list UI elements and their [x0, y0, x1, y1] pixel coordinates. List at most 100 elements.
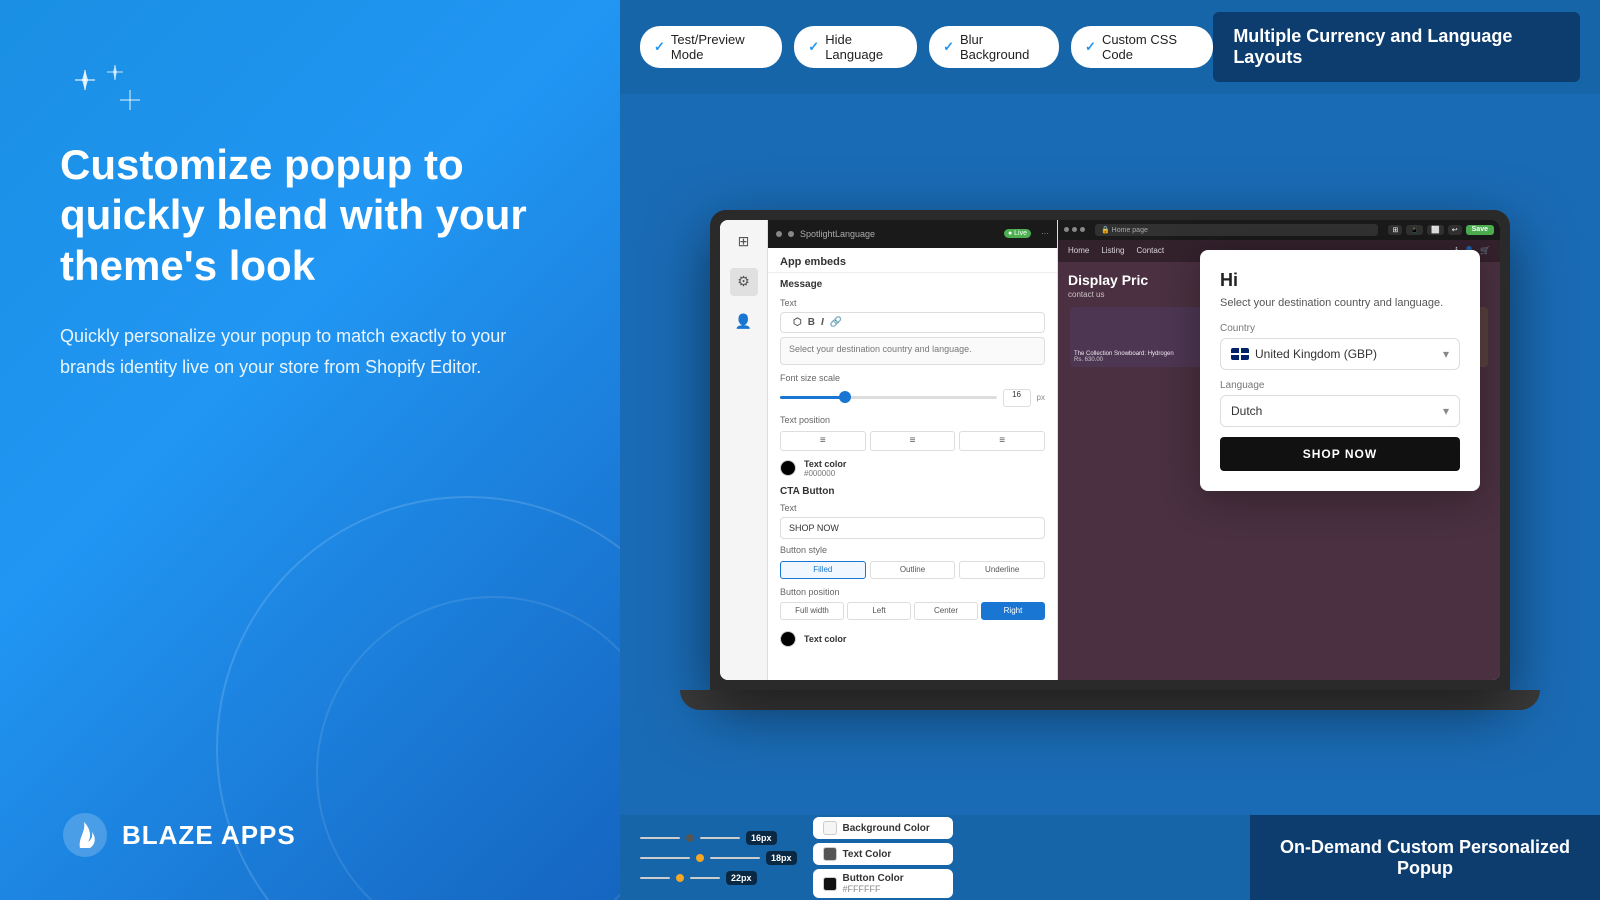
text-color-ctrl-swatch — [823, 847, 837, 861]
preview-dots — [1064, 227, 1085, 232]
shop-now-button[interactable]: SHOP NOW — [1220, 437, 1460, 471]
editor-sidebar: ⊞ ⚙ 👤 — [720, 220, 768, 680]
popup-desc: Select your destination country and lang… — [1220, 297, 1460, 309]
badge-test-preview-label: Test/Preview Mode — [671, 32, 768, 62]
laptop-screen: ⊞ ⚙ 👤 SpotlightLanguage ● Live ··· — [720, 220, 1500, 680]
pos-left-btn[interactable]: Left — [847, 602, 911, 620]
laptop-wrapper: ⊞ ⚙ 👤 SpotlightLanguage ● Live ··· — [680, 210, 1540, 710]
uk-flag-icon — [1231, 348, 1249, 360]
badge-hide-language[interactable]: ✓ Hide Language — [794, 26, 917, 68]
check-icon-2: ✓ — [808, 39, 819, 55]
badge-test-preview[interactable]: ✓ Test/Preview Mode — [640, 26, 782, 68]
country-select[interactable]: United Kingdom (GBP) ▾ — [1220, 338, 1460, 370]
popup-hi: Hi — [1220, 270, 1460, 291]
text-color-swatch[interactable] — [780, 460, 796, 476]
pos-center-btn[interactable]: Center — [914, 602, 978, 620]
font-scale-row: 16 px — [768, 385, 1057, 411]
font-size-label: Font size scale — [768, 369, 1057, 385]
toolbar-italic[interactable]: I — [821, 317, 824, 328]
nav-home[interactable]: Home — [1068, 246, 1089, 255]
button-color-control[interactable]: Button Color #FFFFFF — [813, 869, 953, 898]
url-bar[interactable]: 🔒 Home page — [1095, 224, 1378, 236]
bottom-bar: 16px 18px 22px Ba — [620, 815, 1600, 900]
nav-contact[interactable]: Contact — [1136, 246, 1164, 255]
font-size-slider[interactable] — [780, 396, 997, 399]
language-label: Language — [1220, 380, 1460, 391]
cta-text-label: Text — [768, 499, 1057, 515]
font-size-input[interactable]: 16 — [1003, 389, 1031, 407]
check-icon-3: ✓ — [943, 39, 954, 55]
badge-custom-css-label: Custom CSS Code — [1102, 32, 1199, 62]
cta-text-input[interactable]: SHOP NOW — [780, 517, 1045, 539]
text-color-control[interactable]: Text Color — [813, 843, 953, 865]
text-input-box[interactable]: Select your destination country and lang… — [780, 337, 1045, 365]
sidebar-icon-gear[interactable]: ⚙ — [730, 268, 758, 296]
text-position-label: Text position — [768, 411, 1057, 427]
country-value: United Kingdom (GBP) — [1255, 347, 1377, 361]
dot2 — [1072, 227, 1077, 232]
badge-hide-language-label: Hide Language — [825, 32, 903, 62]
fi-line-4 — [710, 857, 760, 859]
menu-dots[interactable]: ··· — [1041, 229, 1049, 238]
toolbar-bold[interactable]: B — [808, 317, 815, 328]
pos-right-btn[interactable]: Right — [981, 602, 1045, 620]
laptop-base — [680, 690, 1540, 710]
mobile-icon[interactable]: 📱 — [1406, 225, 1423, 235]
toolbar-link[interactable]: 🔗 — [830, 317, 842, 328]
btn-color-swatch — [823, 877, 837, 891]
left-panel: Customize popup to quickly blend with yo… — [0, 0, 620, 900]
fi-label-18: 18px — [766, 851, 797, 865]
top-bar: ✓ Test/Preview Mode ✓ Hide Language ✓ Bl… — [620, 0, 1600, 94]
align-right-btn[interactable]: ≡ — [959, 431, 1045, 451]
fi-label-22: 22px — [726, 871, 757, 885]
style-filled-btn[interactable]: Filled — [780, 561, 866, 579]
px-label: px — [1037, 393, 1045, 402]
color-row: Text color #000000 — [768, 455, 1057, 482]
font-indicator-22: 22px — [640, 871, 797, 885]
align-center-btn[interactable]: ≡ — [870, 431, 956, 451]
blaze-logo-icon — [60, 810, 110, 860]
font-size-indicators: 16px 18px 22px — [640, 831, 797, 885]
style-outline-btn[interactable]: Outline — [870, 561, 956, 579]
popup-modal: Hi Select your destination country and l… — [1200, 250, 1480, 491]
btn-color-info: Button Color #FFFFFF — [843, 873, 904, 894]
sidebar-icon-user[interactable]: 👤 — [730, 308, 758, 336]
language-select[interactable]: Dutch ▾ — [1220, 395, 1460, 427]
sidebar-icon-grid[interactable]: ⊞ — [730, 228, 758, 256]
toolbar-magic[interactable]: ⬡ — [793, 317, 802, 328]
undo-icon[interactable]: ↩ — [1448, 225, 1462, 235]
text-color-swatch-2[interactable] — [780, 631, 796, 647]
top-bar-right-text: Multiple Currency and Language Layouts — [1233, 26, 1512, 67]
pos-full-width-btn[interactable]: Full width — [780, 602, 844, 620]
background-color-control[interactable]: Background Color — [813, 817, 953, 839]
topbar-actions: ⊞ 📱 ⬜ ↩ Save — [1388, 225, 1494, 235]
tablet-icon[interactable]: ⬜ — [1427, 225, 1444, 235]
align-left-btn[interactable]: ≡ — [780, 431, 866, 451]
message-title: Message — [768, 273, 1057, 294]
badge-blur-background[interactable]: ✓ Blur Background — [929, 26, 1059, 68]
btn-color-label: Button Color — [843, 873, 904, 884]
fi-line-2 — [700, 837, 740, 839]
nav-cart-icon[interactable]: 🛒 — [1480, 246, 1490, 255]
dot1 — [1064, 227, 1069, 232]
style-underline-btn[interactable]: Underline — [959, 561, 1045, 579]
topbar-dot-1 — [776, 231, 782, 237]
fi-line-5 — [640, 877, 670, 879]
fi-label-16: 16px — [746, 831, 777, 845]
nav-listing[interactable]: Listing — [1101, 246, 1124, 255]
button-position-row: Full width Left Center Right — [768, 599, 1057, 623]
font-indicator-16: 16px — [640, 831, 797, 845]
product-price-1: Rs. 630.00 — [1074, 357, 1200, 363]
badge-custom-css[interactable]: ✓ Custom CSS Code — [1071, 26, 1213, 68]
button-style-label: Button style — [768, 541, 1057, 557]
language-value: Dutch — [1231, 404, 1262, 418]
save-button[interactable]: Save — [1466, 225, 1494, 235]
product-card-1: The Collection Snowboard: Hydrogen Rs. 6… — [1070, 307, 1204, 367]
language-chevron-icon: ▾ — [1443, 404, 1449, 418]
fi-dot-3 — [676, 874, 684, 882]
editor-topbar: SpotlightLanguage ● Live ··· — [768, 220, 1057, 248]
text-color-bottom-label: Text color — [804, 634, 846, 644]
preview-icon[interactable]: ⊞ — [1388, 225, 1402, 235]
editor-main: SpotlightLanguage ● Live ··· App embeds … — [768, 220, 1058, 680]
button-position-label: Button position — [768, 583, 1057, 599]
